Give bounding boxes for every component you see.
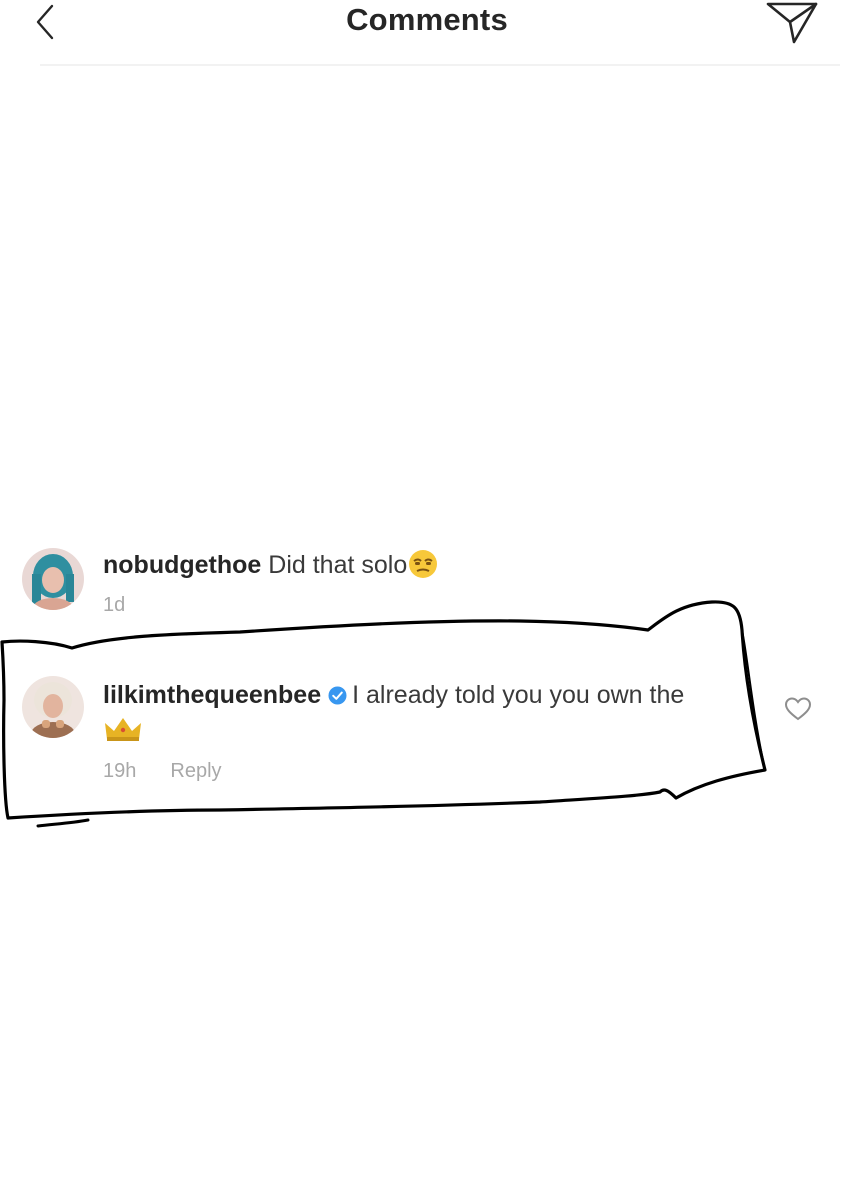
avatar-image: [22, 676, 84, 738]
comments-screen: Comments nobudgethoe Did that solo 1d li…: [0, 0, 854, 1200]
comment-text: Did that solo: [268, 551, 408, 579]
comment-item: lilkimthequeenbee I already told you you…: [0, 668, 854, 788]
comment-item: nobudgethoe Did that solo 1d: [0, 540, 854, 620]
avatar[interactable]: [22, 548, 84, 610]
comment-meta: 1d: [103, 594, 159, 617]
comment-meta: 19h Reply: [103, 760, 256, 783]
comment-body: lilkimthequeenbee I already told you you…: [103, 678, 703, 752]
avatar-image: [22, 548, 84, 610]
unamused-face-icon: [407, 549, 439, 588]
comment-username[interactable]: nobudgethoe: [103, 551, 261, 579]
reply-button[interactable]: Reply: [170, 760, 221, 782]
comment-timestamp: 19h: [103, 760, 137, 782]
page-title: Comments: [346, 2, 508, 37]
header-divider: [40, 64, 840, 66]
header: Comments: [0, 0, 854, 66]
comment-timestamp: 1d: [103, 594, 126, 616]
verified-badge-icon: [328, 680, 347, 705]
crown-icon: [103, 715, 143, 752]
comment-body: nobudgethoe Did that solo: [103, 548, 743, 588]
share-button[interactable]: [762, 0, 822, 46]
comment-username[interactable]: lilkimthequeenbee: [103, 681, 321, 709]
avatar[interactable]: [22, 676, 84, 738]
like-button[interactable]: [784, 696, 812, 722]
paper-plane-icon: [766, 2, 818, 44]
comment-text: I already told you you own the: [352, 681, 685, 709]
heart-outline-icon: [784, 697, 812, 721]
